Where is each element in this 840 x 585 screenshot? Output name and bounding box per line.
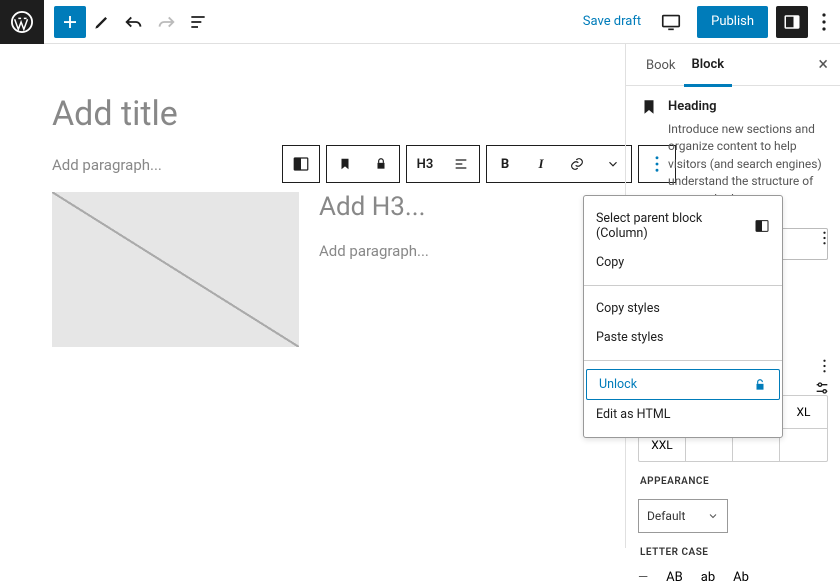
size-xl[interactable]: XL (780, 396, 827, 428)
tab-book[interactable]: Book (638, 44, 684, 85)
italic-button[interactable]: I (523, 146, 559, 182)
top-toolbar: Save draft Publish (0, 0, 840, 44)
wordpress-icon (11, 11, 33, 33)
appearance-select[interactable]: Default (638, 499, 728, 533)
panel-options-1[interactable] (810, 224, 838, 252)
bookmark-icon (338, 157, 352, 171)
document-overview-button[interactable] (182, 0, 214, 44)
appearance-label: Appearance (626, 462, 840, 493)
wordpress-logo[interactable] (0, 0, 44, 44)
tab-block[interactable]: Block (684, 43, 733, 87)
undo-button[interactable] (118, 0, 150, 44)
block-type-button[interactable] (327, 146, 363, 182)
copy-styles-item[interactable]: Copy styles (584, 294, 782, 323)
columns-block: Add H3... Add paragraph... (52, 192, 625, 347)
chevron-down-icon (707, 510, 719, 522)
bookmark-icon (640, 98, 658, 208)
sidebar-icon (783, 13, 801, 31)
edit-html-item[interactable]: Edit as HTML (584, 400, 782, 429)
unlock-icon (753, 378, 767, 392)
block-context-menu: Select parent block (Column) Copy Copy s… (583, 195, 783, 438)
lock-button[interactable] (363, 146, 399, 182)
add-block-button[interactable] (54, 6, 86, 38)
publish-button[interactable]: Publish (697, 6, 768, 38)
close-sidebar-button[interactable]: × (818, 54, 828, 75)
unlock-item[interactable]: Unlock (586, 369, 780, 400)
copy-item[interactable]: Copy (584, 248, 782, 277)
link-button[interactable] (559, 146, 595, 182)
preview-button[interactable] (653, 11, 689, 33)
letter-case-label: Letter Case (626, 533, 840, 564)
appearance-value: Default (647, 509, 685, 523)
column-2: Add H3... Add paragraph... (319, 192, 625, 347)
letter-case-lower[interactable]: ab (701, 570, 715, 585)
save-draft-button[interactable]: Save draft (571, 4, 653, 40)
select-parent-label: Select parent block (Column) (596, 211, 754, 241)
panel-options-2[interactable] (810, 352, 838, 380)
settings-toggle[interactable] (776, 6, 808, 38)
chevron-down-icon (606, 157, 620, 171)
paste-styles-item[interactable]: Paste styles (584, 323, 782, 352)
block-toolbar: H3 B I (282, 145, 682, 183)
letter-case-group: — AB ab Ab (638, 570, 828, 585)
heading-level-button[interactable]: H3 (407, 146, 443, 182)
redo-icon (155, 11, 177, 33)
desktop-icon (660, 11, 682, 33)
list-icon (188, 12, 208, 32)
undo-icon (123, 11, 145, 33)
redo-button[interactable] (150, 0, 182, 44)
block-name: Heading (668, 98, 826, 117)
lock-icon (374, 157, 388, 171)
plus-icon (61, 13, 79, 31)
bold-button[interactable]: B (487, 146, 523, 182)
edit-tool[interactable] (86, 0, 118, 44)
letter-case-upper[interactable]: AB (666, 570, 683, 585)
heading-block[interactable]: Add H3... (319, 192, 595, 222)
select-parent-item[interactable]: Select parent block (Column) (584, 204, 782, 248)
align-button[interactable] (443, 146, 479, 182)
kebab-icon (822, 13, 826, 31)
options-menu[interactable] (808, 0, 840, 44)
editor-canvas: Add title Add paragraph... Add H3... Add… (0, 44, 625, 548)
image-placeholder[interactable] (52, 192, 299, 347)
align-icon (453, 156, 469, 172)
sidebar-tabs: Book Block × (626, 44, 840, 86)
letter-case-cap[interactable]: Ab (733, 570, 749, 585)
link-icon (569, 156, 585, 172)
unlock-label: Unlock (599, 377, 637, 392)
parent-column-button[interactable] (283, 146, 319, 182)
post-title-input[interactable]: Add title (52, 94, 625, 134)
paragraph-block-2[interactable]: Add paragraph... (319, 242, 595, 260)
column-icon (754, 218, 770, 234)
sliders-icon[interactable] (810, 380, 834, 396)
column-icon (292, 155, 310, 173)
pencil-icon (92, 12, 112, 32)
letter-case-none[interactable]: — (638, 570, 648, 585)
